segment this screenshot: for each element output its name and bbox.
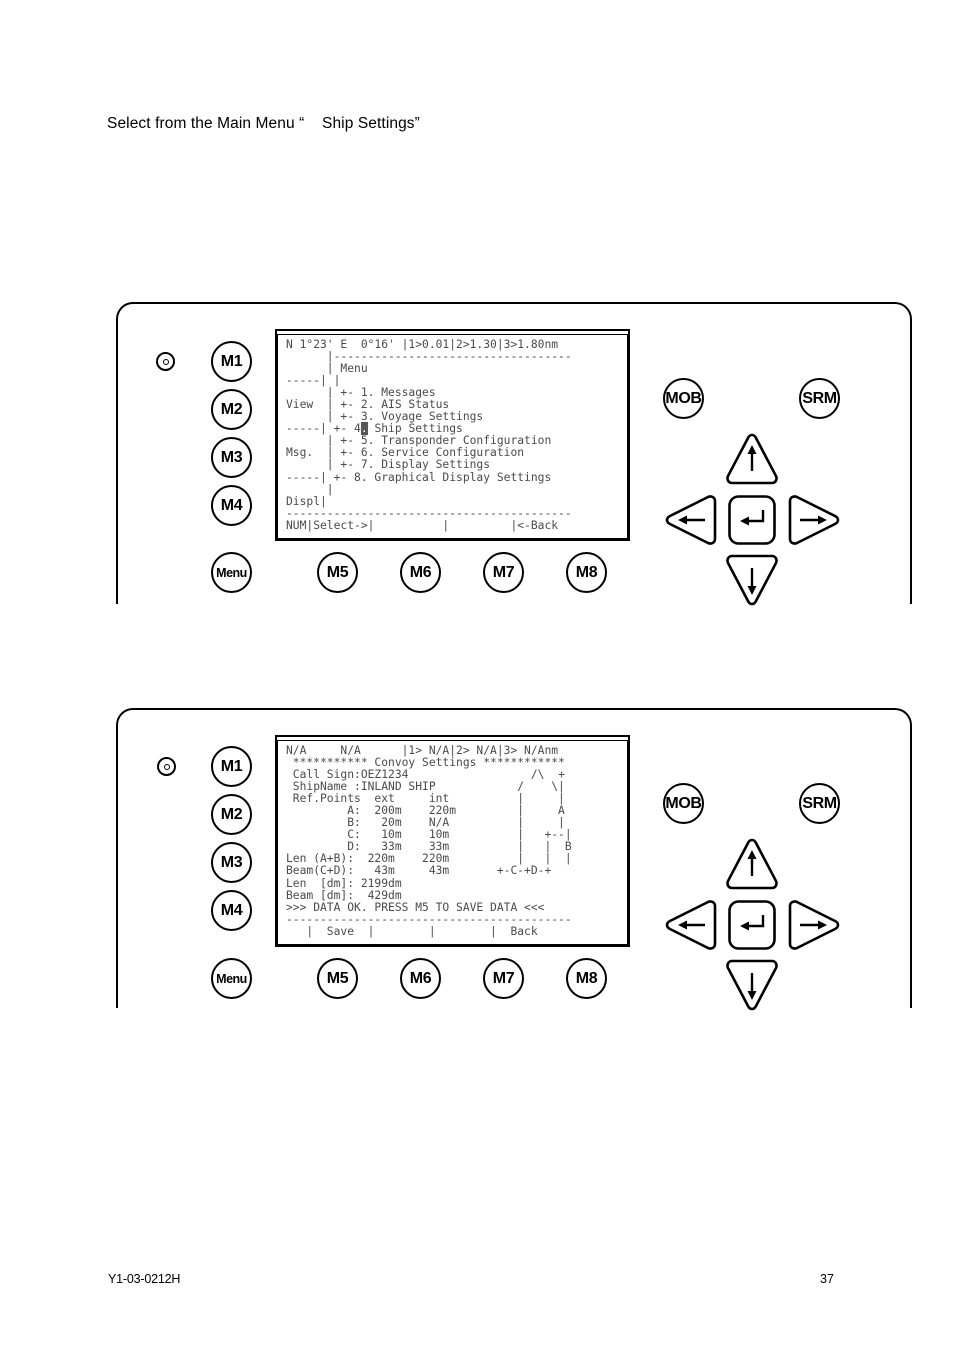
document-id: Y1-03-0212H	[108, 1272, 181, 1286]
softkey-m5-bottom[interactable]: M5	[317, 958, 358, 999]
softkey-m4-top[interactable]: M4	[211, 485, 252, 526]
nav-right-button-top[interactable]	[786, 494, 842, 546]
nav-enter-button-top[interactable]	[727, 494, 777, 546]
nav-left-button-bottom[interactable]	[664, 899, 720, 951]
softkey-m1-top[interactable]: M1	[211, 341, 252, 382]
softkey-m5-top[interactable]: M5	[317, 552, 358, 593]
nav-enter-button-bottom[interactable]	[727, 899, 777, 951]
softkey-m4-bottom[interactable]: M4	[211, 890, 252, 931]
nav-up-button-top[interactable]	[724, 433, 780, 485]
softkey-m2-bottom[interactable]: M2	[211, 794, 252, 835]
nav-down-button-bottom[interactable]	[724, 959, 780, 1011]
softkey-m7-top[interactable]: M7	[483, 552, 524, 593]
softkey-m8-top[interactable]: M8	[566, 552, 607, 593]
softkey-m3-top[interactable]: M3	[211, 437, 252, 478]
lcd-display-bottom: N/A N/A |1> N/A|2> N/A|3> N/Anm ********…	[275, 735, 630, 947]
lcd-bezel-top: N 1°23' E 0°16' |1>0.01|2>1.30|3>1.80nm …	[277, 334, 628, 539]
softkey-m8-bottom[interactable]: M8	[566, 958, 607, 999]
softkey-m7-bottom[interactable]: M7	[483, 958, 524, 999]
softkey-m6-top[interactable]: M6	[400, 552, 441, 593]
srm-button-bottom[interactable]: SRM	[799, 783, 840, 824]
page-title: Select from the Main Menu “ Ship Setting…	[107, 115, 420, 132]
nav-up-button-bottom[interactable]	[724, 838, 780, 890]
softkey-m1-bottom[interactable]: M1	[211, 746, 252, 787]
nav-left-button-top[interactable]	[664, 494, 720, 546]
power-led-icon-top	[156, 352, 175, 371]
softkey-m3-bottom[interactable]: M3	[211, 842, 252, 883]
nav-down-button-top[interactable]	[724, 554, 780, 606]
menu-button-bottom[interactable]: Menu	[211, 958, 252, 999]
menu-button-top[interactable]: Menu	[211, 552, 252, 593]
lcd-convoy-body-bottom: *********** Convoy Settings ************…	[286, 756, 572, 938]
srm-button-top[interactable]: SRM	[799, 378, 840, 419]
power-led-icon-bottom	[157, 757, 176, 776]
softkey-m6-bottom[interactable]: M6	[400, 958, 441, 999]
mob-button-bottom[interactable]: MOB	[663, 783, 704, 824]
lcd-menu-body-top: |----------------------------------- | M…	[286, 350, 572, 532]
nav-right-button-bottom[interactable]	[786, 899, 842, 951]
page-number: 37	[820, 1272, 834, 1286]
lcd-bezel-bottom: N/A N/A |1> N/A|2> N/A|3> N/Anm ********…	[277, 740, 628, 945]
lcd-display-top: N 1°23' E 0°16' |1>0.01|2>1.30|3>1.80nm …	[275, 329, 630, 541]
selected-menu-index: .	[360, 422, 368, 436]
softkey-m2-top[interactable]: M2	[211, 389, 252, 430]
mob-button-top[interactable]: MOB	[663, 378, 704, 419]
